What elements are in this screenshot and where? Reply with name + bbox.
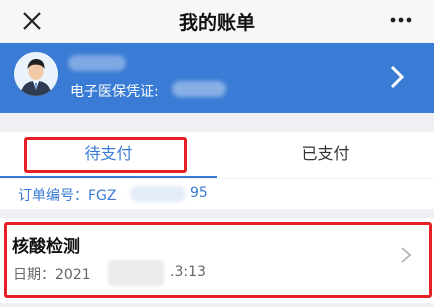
masked-name [68, 55, 126, 71]
top-bar: 我的账单 [0, 0, 434, 42]
more-button[interactable] [386, 8, 416, 32]
more-horizontal-icon [390, 17, 412, 23]
insurance-card[interactable]: 电子医保凭证: [0, 43, 434, 113]
order-number-label: 订单编号：FGZ [18, 188, 117, 204]
highlight-box-tab [24, 137, 187, 173]
voucher-label: 电子医保凭证: [70, 84, 159, 100]
active-tab-indicator [0, 176, 217, 178]
order-number-suffix: 95 [190, 185, 208, 201]
page-title: 我的账单 [178, 12, 255, 34]
highlight-box-item [4, 222, 432, 298]
chevron-right-icon [390, 65, 405, 89]
tab-paid[interactable]: 已支付 [217, 132, 434, 176]
order-number-row: 订单编号：FGZ 95 [0, 179, 434, 209]
user-avatar-icon [14, 52, 58, 96]
avatar [14, 52, 58, 96]
masked-order-number [130, 186, 186, 202]
masked-voucher-number [172, 81, 226, 97]
